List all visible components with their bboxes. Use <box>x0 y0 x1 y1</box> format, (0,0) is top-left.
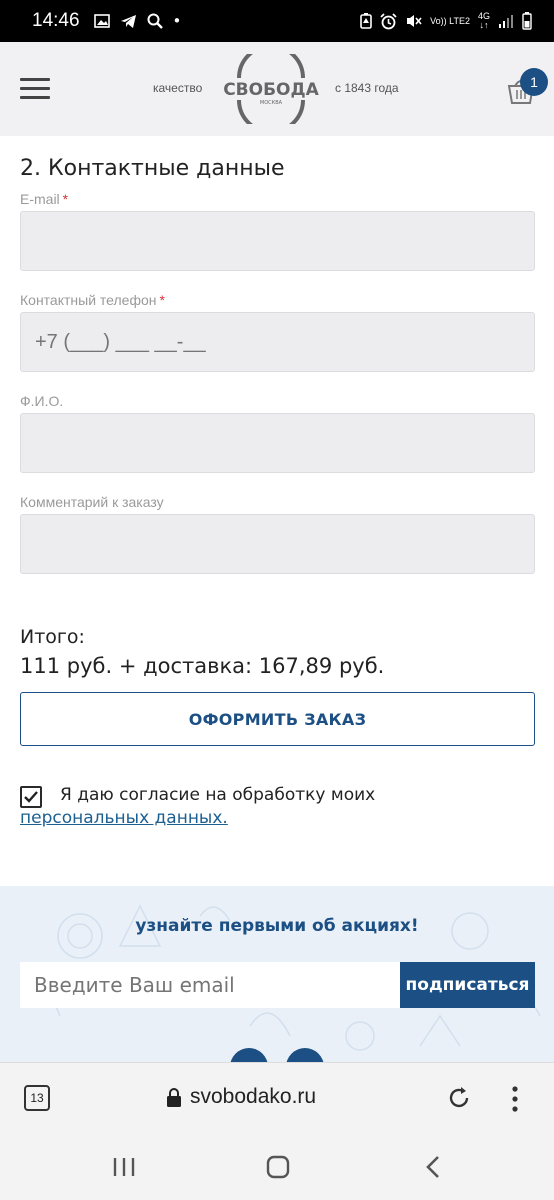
notification-icons: • <box>93 11 182 30</box>
system-icons: Vo)) LTE2 4G ↓↑ <box>360 12 532 30</box>
home-icon[interactable] <box>264 1154 292 1180</box>
status-bar: 14:46 • Vo)) LTE2 4G ↓↑ <box>0 0 554 42</box>
mute-icon <box>407 15 422 27</box>
subscribe-email-wrapper <box>20 962 400 1008</box>
brand-logo[interactable]: СВОБОДА МОСКВА <box>221 54 321 124</box>
fullname-label: Ф.И.О. <box>20 393 64 409</box>
battery-icon <box>522 12 532 30</box>
gallery-icon <box>93 14 110 28</box>
subscribe-email-field[interactable] <box>20 962 400 1008</box>
site-header: качество СВОБОДА МОСКВА с 1843 года 1 <box>0 42 554 136</box>
brand-city: МОСКВА <box>260 100 283 106</box>
system-nav-bar <box>0 1132 554 1200</box>
comment-field-wrapper <box>20 514 535 574</box>
brand-tagline-left: качество <box>153 81 203 95</box>
consent-text: Я даю согласие на обработку моих <box>60 785 376 805</box>
battery-saver-icon <box>360 13 372 29</box>
lock-icon <box>167 1088 181 1107</box>
place-order-button[interactable]: ОФОРМИТЬ ЗАКАЗ <box>20 692 535 746</box>
network-gen-indicator: 4G ↓↑ <box>477 11 490 30</box>
telegram-icon <box>120 14 136 28</box>
brand-tagline-right: с 1843 года <box>335 81 399 95</box>
fullname-field-wrapper <box>20 413 535 473</box>
subscribe-button[interactable]: подписаться <box>400 962 535 1008</box>
signal-icon <box>499 15 513 28</box>
more-menu-icon[interactable] <box>510 1085 520 1113</box>
dot-icon: • <box>172 11 182 30</box>
subscribe-section: узнайте первыми об акциях! подписаться <box>0 886 554 1062</box>
fullname-field[interactable] <box>21 414 534 472</box>
checkmark-icon <box>24 791 38 803</box>
section-title: 2. Контактные данные <box>20 156 285 181</box>
url-text[interactable]: svobodako.ru <box>190 1085 316 1109</box>
brand-name: СВОБОДА <box>223 80 319 100</box>
email-field-wrapper <box>20 211 535 271</box>
reload-icon[interactable] <box>446 1085 472 1111</box>
network-indicator: Vo)) LTE2 <box>430 15 470 26</box>
comment-label: Комментарий к заказу <box>20 494 164 510</box>
consent-checkbox[interactable] <box>20 786 42 808</box>
browser-url-bar: 13 svobodako.ru <box>0 1062 554 1132</box>
subscribe-title: узнайте первыми об акциях! <box>135 916 419 936</box>
phone-field-wrapper <box>20 312 535 372</box>
cart-count-badge: 1 <box>520 68 548 96</box>
back-icon[interactable] <box>420 1154 448 1180</box>
total-value: 111 руб. + доставка: 167,89 руб. <box>20 654 385 678</box>
recent-apps-icon[interactable] <box>110 1154 138 1180</box>
required-mark: * <box>62 191 69 207</box>
phone-field[interactable] <box>21 313 534 371</box>
search-icon <box>147 13 163 29</box>
status-time: 14:46 <box>32 10 80 31</box>
required-mark: * <box>159 292 165 308</box>
alarm-icon <box>380 12 397 29</box>
comment-field[interactable] <box>21 515 534 573</box>
hamburger-menu-icon[interactable] <box>20 78 50 100</box>
personal-data-link[interactable]: персональных данных. <box>20 808 228 828</box>
email-field[interactable] <box>21 212 534 270</box>
email-label: E-mail * <box>20 191 69 207</box>
total-label: Итого: <box>20 626 85 648</box>
phone-label: Контактный телефон * <box>20 292 165 308</box>
tab-switcher-button[interactable]: 13 <box>24 1085 50 1111</box>
